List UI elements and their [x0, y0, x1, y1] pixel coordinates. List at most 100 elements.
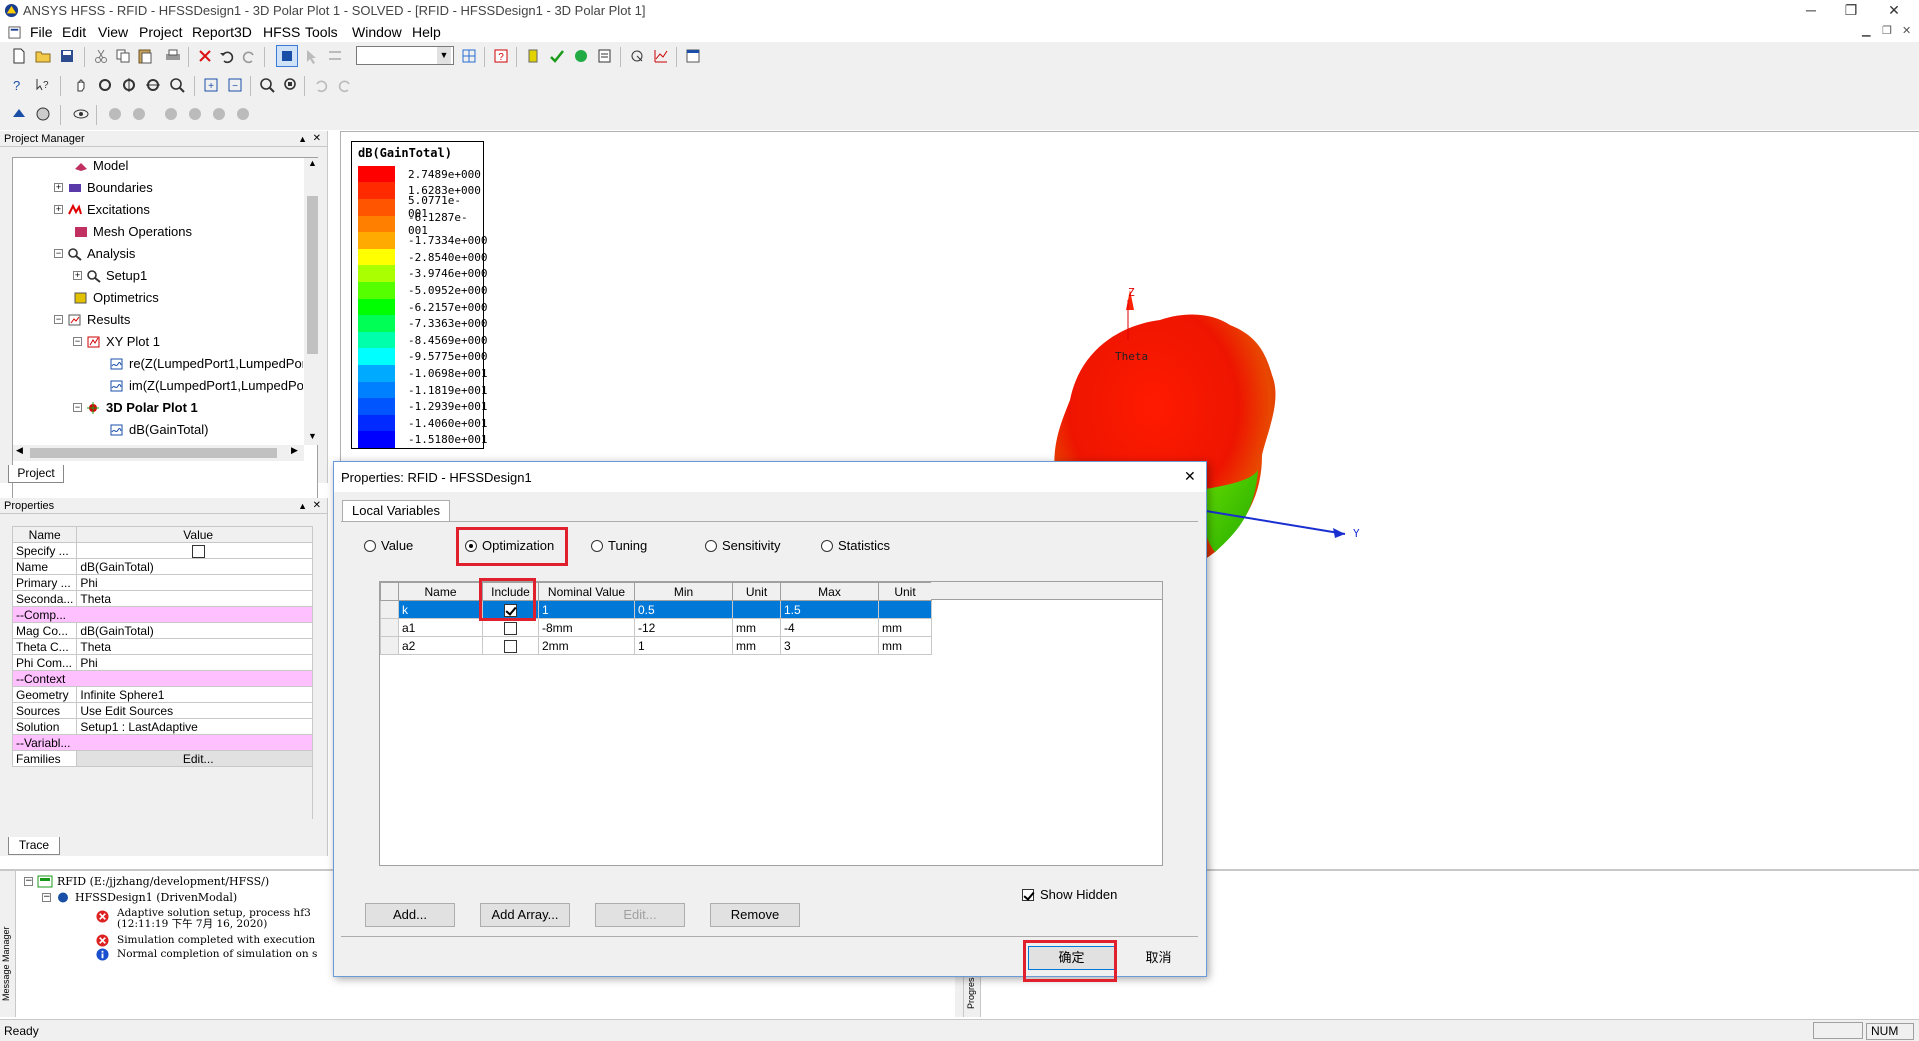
tree-vertical-scrollbar[interactable]: ▲ ▼	[304, 158, 321, 445]
col-header-max[interactable]: Max	[780, 582, 879, 601]
undo-icon[interactable]	[216, 45, 238, 67]
radio-tuning-dot[interactable]	[591, 539, 603, 552]
menu-edit[interactable]: Edit	[62, 24, 86, 40]
menu-file[interactable]: File	[30, 24, 53, 40]
tree-item-setup1[interactable]: + Setup1	[73, 268, 147, 283]
radio-value-dot[interactable]	[364, 539, 376, 552]
fit-selection-icon[interactable]	[280, 74, 302, 96]
tree-horizontal-scrollbar[interactable]: ◀ ▶	[13, 445, 304, 461]
open-folder-icon[interactable]	[32, 45, 54, 67]
prop-row[interactable]: Seconda... Theta	[11, 590, 320, 607]
window-layout-icon[interactable]	[682, 45, 704, 67]
shading-2-icon[interactable]	[128, 103, 150, 125]
fit-all-icon[interactable]	[256, 74, 278, 96]
tab-local-variables[interactable]: Local Variables	[342, 500, 450, 522]
shading-6-icon[interactable]	[232, 103, 254, 125]
menu-window[interactable]: Window	[352, 24, 402, 40]
prop-row[interactable]: Mag Co... dB(GainTotal)	[11, 622, 320, 639]
shading-1-icon[interactable]	[104, 103, 126, 125]
cut-icon[interactable]	[90, 45, 112, 67]
collapse-icon[interactable]: −	[73, 337, 82, 346]
tree-item-im-z-trace[interactable]: im(Z(LumpedPort1,LumpedPor	[109, 378, 303, 393]
tree-item-3d-polar-plot-1[interactable]: − 3D Polar Plot 1	[73, 400, 198, 415]
menu-tools[interactable]: Tools	[305, 24, 338, 40]
expand-icon[interactable]: +	[54, 205, 63, 214]
collapse-icon[interactable]: −	[54, 249, 63, 258]
remove-button[interactable]: Remove	[710, 903, 800, 927]
tab-project[interactable]: Project	[8, 465, 64, 483]
families-edit-button[interactable]: Edit...	[76, 750, 320, 767]
msg-line-1[interactable]: Adaptive solution setup, process hf3 (12…	[96, 908, 336, 930]
plot-icon[interactable]	[650, 45, 672, 67]
collapse-icon[interactable]: −	[73, 403, 82, 412]
tree-item-db-gaintotal[interactable]: dB(GainTotal)	[109, 422, 208, 437]
expand-icon[interactable]: +	[73, 271, 82, 280]
radio-tuning[interactable]: Tuning	[591, 538, 647, 553]
col-header-unit-max[interactable]: Unit	[878, 582, 932, 601]
msg-design-node[interactable]: − HFSSDesign1 (DrivenModal)	[42, 891, 237, 904]
tree-item-boundaries[interactable]: + Boundaries	[54, 180, 153, 195]
table-row[interactable]: a2 2mm 1 mm 3 mm	[380, 636, 932, 655]
radio-sensitivity[interactable]: Sensitivity	[705, 538, 781, 553]
specify-checkbox[interactable]	[191, 544, 205, 558]
tree-item-results[interactable]: − Results	[54, 312, 130, 327]
view-undo-icon[interactable]	[310, 74, 332, 96]
add-button[interactable]: Add...	[365, 903, 455, 927]
orbit-icon[interactable]	[142, 74, 164, 96]
menu-help[interactable]: Help	[412, 24, 441, 40]
show-hidden-option[interactable]: Show Hidden	[1022, 887, 1117, 902]
zoom-icon[interactable]	[166, 74, 188, 96]
collapse-icon[interactable]: −	[54, 315, 63, 324]
shading-4-icon[interactable]	[184, 103, 206, 125]
panel-close-icon[interactable]: ✕	[313, 498, 321, 514]
menu-report3d[interactable]: Report3D	[192, 24, 252, 40]
mdi-close-icon[interactable]: ✕	[1902, 24, 1911, 37]
table-row[interactable]: k 1 0.5 1.5	[380, 600, 932, 619]
whats-this-icon[interactable]: ?	[32, 74, 54, 96]
visibility-eye-icon[interactable]	[70, 103, 92, 125]
properties-scrollbar[interactable]	[312, 526, 321, 819]
zoom-in-icon[interactable]: +	[200, 74, 222, 96]
select-arrow-icon[interactable]	[300, 45, 322, 67]
help-book-icon[interactable]: ?	[490, 45, 512, 67]
panel-pin-icon[interactable]: ▲	[298, 498, 307, 514]
new-file-icon[interactable]	[8, 45, 30, 67]
dialog-close-button[interactable]: ✕	[1184, 468, 1196, 485]
prop-row[interactable]: Specify ...	[11, 542, 320, 559]
prop-row[interactable]: Solution Setup1 : LastAdaptive	[11, 718, 320, 735]
zoom-out-icon[interactable]: −	[224, 74, 246, 96]
grid-icon[interactable]	[458, 45, 480, 67]
rotate-icon[interactable]	[94, 74, 116, 96]
prop-row[interactable]: Sources Use Edit Sources	[11, 702, 320, 719]
mdi-minimize-icon[interactable]: ▁	[1862, 24, 1870, 37]
toolbar-combo[interactable]: ▼	[356, 46, 454, 65]
tree-item-optimetrics[interactable]: Optimetrics	[73, 290, 159, 305]
redo-icon[interactable]	[238, 45, 260, 67]
view-redo-icon[interactable]	[334, 74, 356, 96]
include-checkbox-a1[interactable]	[504, 621, 517, 635]
close-window-button[interactable]: ✕	[1874, 0, 1914, 22]
scroll-up-icon[interactable]: ▲	[308, 158, 317, 168]
field-overlay-icon[interactable]	[626, 45, 648, 67]
menu-hfss[interactable]: HFSS	[263, 24, 300, 40]
tree-item-model[interactable]: Model	[73, 158, 128, 173]
select-edge-icon[interactable]	[324, 45, 346, 67]
tree-hscroll-thumb[interactable]	[30, 448, 277, 458]
msg-line-2[interactable]: Simulation completed with execution	[96, 934, 336, 947]
tree-scroll-thumb[interactable]	[307, 196, 318, 354]
document-menu-icon[interactable]	[8, 26, 21, 39]
prop-row[interactable]: Name dB(GainTotal)	[11, 558, 320, 575]
gain-legend[interactable]: dB(GainTotal) 2.7489e+000 1.6283e+000 5.07…	[351, 141, 487, 449]
collapse-icon[interactable]: −	[42, 893, 51, 902]
radio-statistics[interactable]: Statistics	[821, 538, 890, 553]
radio-value[interactable]: Value	[364, 538, 413, 553]
col-header-name[interactable]: Name	[398, 582, 483, 601]
prop-row[interactable]: Theta C... Theta	[11, 638, 320, 655]
tree-item-analysis[interactable]: − Analysis	[54, 246, 135, 261]
pan-hand-icon[interactable]	[70, 74, 92, 96]
prop-row[interactable]: Geometry Infinite Sphere1	[11, 686, 320, 703]
tab-trace[interactable]: Trace	[8, 837, 60, 855]
table-row[interactable]: a1 -8mm -12 mm -4 mm	[380, 618, 932, 637]
prop-row[interactable]: Primary ... Phi	[11, 574, 320, 591]
print-icon[interactable]	[162, 45, 184, 67]
